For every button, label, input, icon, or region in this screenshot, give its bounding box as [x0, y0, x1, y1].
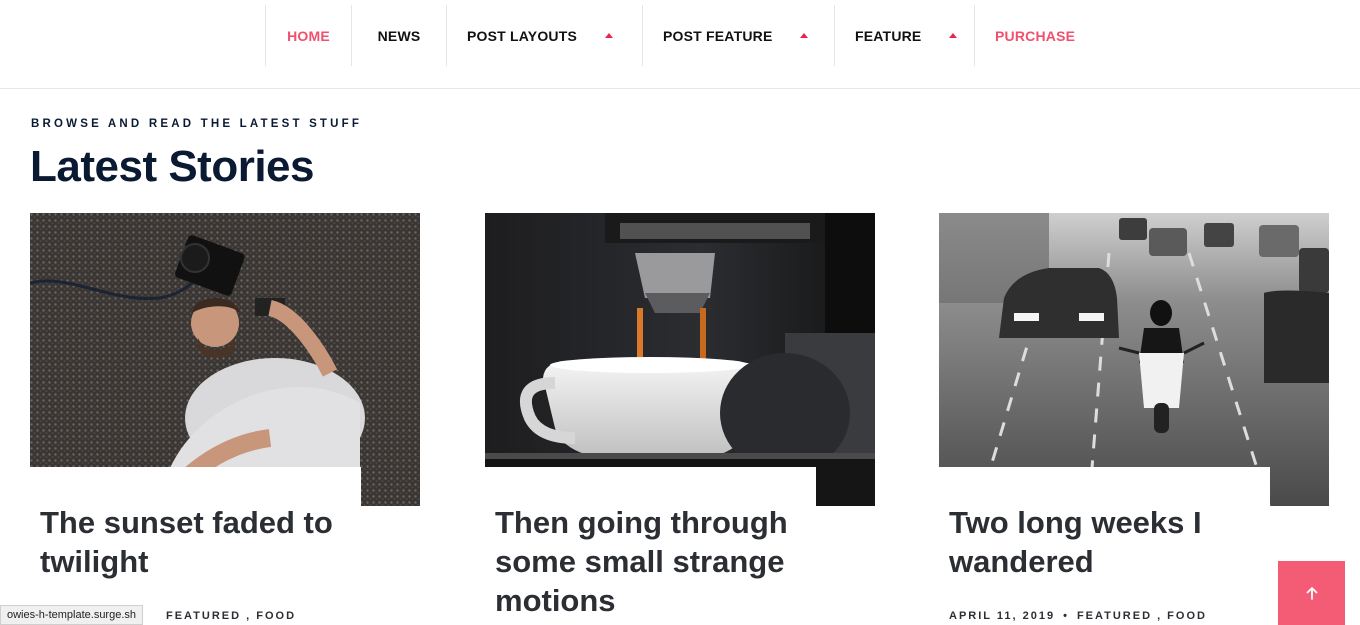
card-categories[interactable]: FEATURED , FOOD — [1077, 610, 1207, 622]
meta-separator: • — [1063, 610, 1069, 622]
story-card: The sunset faded to twilight FEATURED , … — [30, 213, 420, 625]
nav-item-label: POST FEATURE — [663, 27, 773, 44]
caret-up-icon — [605, 33, 614, 38]
card-date: APRIL 11, 2019 — [949, 610, 1056, 622]
nav-item-news[interactable]: NEWS — [351, 5, 446, 66]
card-title[interactable]: Two long weeks I wandered — [949, 503, 1269, 581]
nav-menu: HOME NEWS POST LAYOUTS POST FEATURE FEAT… — [265, 5, 1095, 66]
status-bar-url: owies-h-template.surge.sh — [0, 605, 144, 625]
main-navigation: HOME NEWS POST LAYOUTS POST FEATURE FEAT… — [0, 0, 1360, 89]
back-to-top-button[interactable] — [1278, 561, 1345, 625]
arrow-up-icon — [1306, 587, 1317, 600]
nav-item-feature[interactable]: FEATURE — [834, 5, 974, 66]
nav-item-label: PURCHASE — [995, 27, 1076, 44]
nav-item-post-feature[interactable]: POST FEATURE — [642, 5, 834, 66]
scooter-traffic-photo[interactable] — [939, 213, 1329, 506]
nav-item-purchase[interactable]: PURCHASE — [974, 5, 1095, 66]
page-title: Latest Stories — [30, 142, 314, 191]
espresso-machine-photo[interactable] — [485, 213, 875, 506]
section-eyebrow: BROWSE AND READ THE LATEST STUFF — [31, 118, 363, 130]
card-categories[interactable]: FEATURED , FOOD — [166, 610, 296, 622]
story-card: Then going through some small strange mo… — [485, 213, 875, 625]
card-title[interactable]: Then going through some small strange mo… — [495, 503, 815, 620]
nav-item-home[interactable]: HOME — [265, 5, 351, 66]
card-meta: APRIL 11, 2019 • FEATURED , FOOD — [949, 610, 1207, 622]
nav-item-label: POST LAYOUTS — [467, 27, 578, 44]
nav-item-label: FEATURE — [855, 27, 922, 44]
card-meta: FEATURED , FOOD — [166, 610, 296, 622]
nav-item-post-layouts[interactable]: POST LAYOUTS — [446, 5, 642, 66]
card-title[interactable]: The sunset faded to twilight — [40, 503, 360, 581]
man-on-carpet-photo[interactable] — [30, 213, 420, 506]
nav-item-label: NEWS — [377, 27, 421, 44]
caret-up-icon — [800, 33, 809, 38]
nav-item-label: HOME — [287, 27, 330, 44]
caret-up-icon — [949, 33, 958, 38]
story-card: Two long weeks I wandered APRIL 11, 2019… — [939, 213, 1329, 625]
